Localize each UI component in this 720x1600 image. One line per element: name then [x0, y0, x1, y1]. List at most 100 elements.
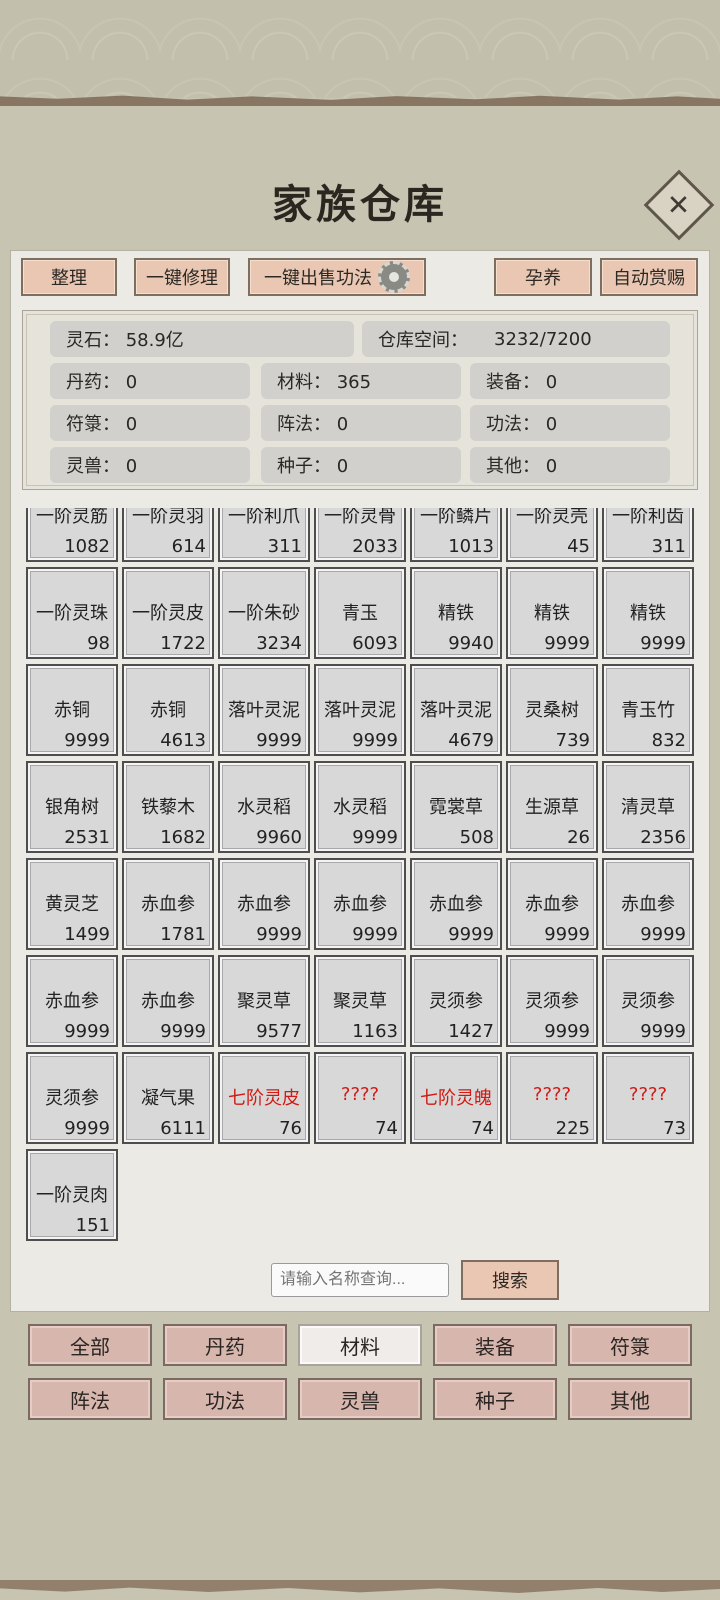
item-slot[interactable]: 精铁 9999	[506, 567, 598, 659]
storage-space-stat: 仓库空间： 3232/7200	[362, 321, 670, 357]
item-slot[interactable]: 灵须参 1427	[410, 955, 502, 1047]
item-slot[interactable]: 落叶灵泥 9999	[218, 664, 310, 756]
gear-icon[interactable]	[378, 261, 410, 293]
item-name: 赤血参	[525, 894, 579, 915]
item-count: 45	[567, 536, 590, 557]
item-slot[interactable]: 赤血参 9999	[506, 858, 598, 950]
tab-pills[interactable]: 丹药	[163, 1324, 287, 1366]
sort-button[interactable]: 整理	[21, 258, 117, 296]
tab-seeds[interactable]: 种子	[433, 1378, 557, 1420]
item-count: 9999	[160, 1021, 206, 1042]
item-slot[interactable]: 赤血参 9999	[218, 858, 310, 950]
background-wave-pattern	[0, 0, 720, 98]
item-count: 9999	[640, 924, 686, 945]
item-slot[interactable]: 青玉竹 832	[602, 664, 694, 756]
item-slot[interactable]: 精铁 9940	[410, 567, 502, 659]
item-name: 赤血参	[429, 894, 483, 915]
item-name: 水灵稻	[237, 797, 291, 818]
item-slot[interactable]: 凝气果 6111	[122, 1052, 214, 1144]
search-button[interactable]: 搜索	[461, 1260, 559, 1300]
sell-techniques-button[interactable]: 一键出售功法	[248, 258, 426, 296]
tab-formations[interactable]: 阵法	[28, 1378, 152, 1420]
beasts-stat: 灵兽： 0	[50, 447, 250, 483]
item-slot[interactable]: ???? 74	[314, 1052, 406, 1144]
item-slot[interactable]: 铁藜木 1682	[122, 761, 214, 853]
item-slot[interactable]: 一阶鳞片 1013	[410, 508, 502, 562]
item-slot[interactable]: 赤铜 4613	[122, 664, 214, 756]
item-name: 一阶鳞片	[420, 508, 492, 527]
item-slot[interactable]: 霓裳草 508	[410, 761, 502, 853]
item-slot[interactable]: 一阶灵皮 1722	[122, 567, 214, 659]
item-count: 4679	[448, 730, 494, 751]
item-slot[interactable]: 赤血参 9999	[314, 858, 406, 950]
item-slot[interactable]: 青玉 6093	[314, 567, 406, 659]
item-count: 9999	[64, 1021, 110, 1042]
item-slot[interactable]: 赤血参 1781	[122, 858, 214, 950]
item-count: 9999	[256, 730, 302, 751]
item-name: 一阶朱砂	[228, 603, 300, 624]
item-count: 311	[267, 536, 302, 557]
item-slot[interactable]: 赤血参 9999	[602, 858, 694, 950]
item-slot[interactable]: 一阶朱砂 3234	[218, 567, 310, 659]
item-slot[interactable]: 灵须参 9999	[602, 955, 694, 1047]
repair-all-button[interactable]: 一键修理	[134, 258, 230, 296]
item-name: 赤铜	[150, 700, 186, 721]
item-slot[interactable]: 一阶灵羽 614	[122, 508, 214, 562]
seeds-stat: 种子： 0	[261, 447, 461, 483]
item-slot[interactable]: 聚灵草 1163	[314, 955, 406, 1047]
item-slot[interactable]: 一阶灵骨 2033	[314, 508, 406, 562]
item-slot[interactable]: 落叶灵泥 4679	[410, 664, 502, 756]
item-name: 赤血参	[621, 894, 675, 915]
item-slot[interactable]: 落叶灵泥 9999	[314, 664, 406, 756]
auto-reward-button[interactable]: 自动赏赐	[600, 258, 698, 296]
item-slot[interactable]: ???? 225	[506, 1052, 598, 1144]
item-name: 水灵稻	[333, 797, 387, 818]
item-slot[interactable]: 一阶灵珠 98	[26, 567, 118, 659]
item-name: 铁藜木	[141, 797, 195, 818]
item-slot[interactable]: 聚灵草 9577	[218, 955, 310, 1047]
item-slot[interactable]: 黄灵芝 1499	[26, 858, 118, 950]
item-name: 一阶利齿	[612, 508, 684, 527]
item-slot[interactable]: 清灵草 2356	[602, 761, 694, 853]
item-slot[interactable]: 灵须参 9999	[26, 1052, 118, 1144]
item-slot[interactable]: 灵须参 9999	[506, 955, 598, 1047]
item-name: 一阶利爪	[228, 508, 300, 527]
tab-techniques[interactable]: 功法	[163, 1378, 287, 1420]
item-slot[interactable]: 生源草 26	[506, 761, 598, 853]
item-count: 9999	[544, 924, 590, 945]
item-slot[interactable]: 银角树 2531	[26, 761, 118, 853]
item-name: 青玉竹	[621, 700, 675, 721]
item-count: 225	[555, 1118, 590, 1139]
item-slot[interactable]: ???? 73	[602, 1052, 694, 1144]
item-slot[interactable]: 精铁 9999	[602, 567, 694, 659]
item-slot[interactable]: 水灵稻 9999	[314, 761, 406, 853]
tab-talismans[interactable]: 符箓	[568, 1324, 692, 1366]
item-slot[interactable]: 赤血参 9999	[122, 955, 214, 1047]
tab-equipment[interactable]: 装备	[433, 1324, 557, 1366]
item-slot[interactable]: 一阶利爪 311	[218, 508, 310, 562]
item-slot[interactable]: 一阶利齿 311	[602, 508, 694, 562]
item-grid[interactable]: 一阶灵筋 1082 一阶灵羽 614 一阶利爪 311 一阶灵骨 2033 一阶鳞片 1013 一阶…	[20, 508, 700, 1248]
item-slot[interactable]: 一阶灵筋 1082	[26, 508, 118, 562]
page-title: 家族仓库	[272, 181, 448, 228]
item-slot[interactable]: 一阶灵肉 151	[26, 1149, 118, 1241]
tab-materials[interactable]: 材料	[298, 1324, 422, 1366]
breed-button[interactable]: 孕养	[494, 258, 592, 296]
item-slot[interactable]: 赤铜 9999	[26, 664, 118, 756]
item-count: 73	[663, 1118, 686, 1139]
tab-beasts[interactable]: 灵兽	[298, 1378, 422, 1420]
item-name: 赤血参	[45, 991, 99, 1012]
item-count: 74	[375, 1118, 398, 1139]
item-slot[interactable]: 七阶灵魄 74	[410, 1052, 502, 1144]
tab-others[interactable]: 其他	[568, 1378, 692, 1420]
item-name: ????	[532, 1084, 572, 1105]
tab-all[interactable]: 全部	[28, 1324, 152, 1366]
item-slot[interactable]: 一阶灵壳 45	[506, 508, 598, 562]
item-slot[interactable]: 赤血参 9999	[26, 955, 118, 1047]
item-slot[interactable]: 水灵稻 9960	[218, 761, 310, 853]
search-input[interactable]	[271, 1263, 449, 1297]
item-slot[interactable]: 七阶灵皮 76	[218, 1052, 310, 1144]
item-slot[interactable]: 灵桑树 739	[506, 664, 598, 756]
item-slot[interactable]: 赤血参 9999	[410, 858, 502, 950]
item-name: 落叶灵泥	[228, 700, 300, 721]
